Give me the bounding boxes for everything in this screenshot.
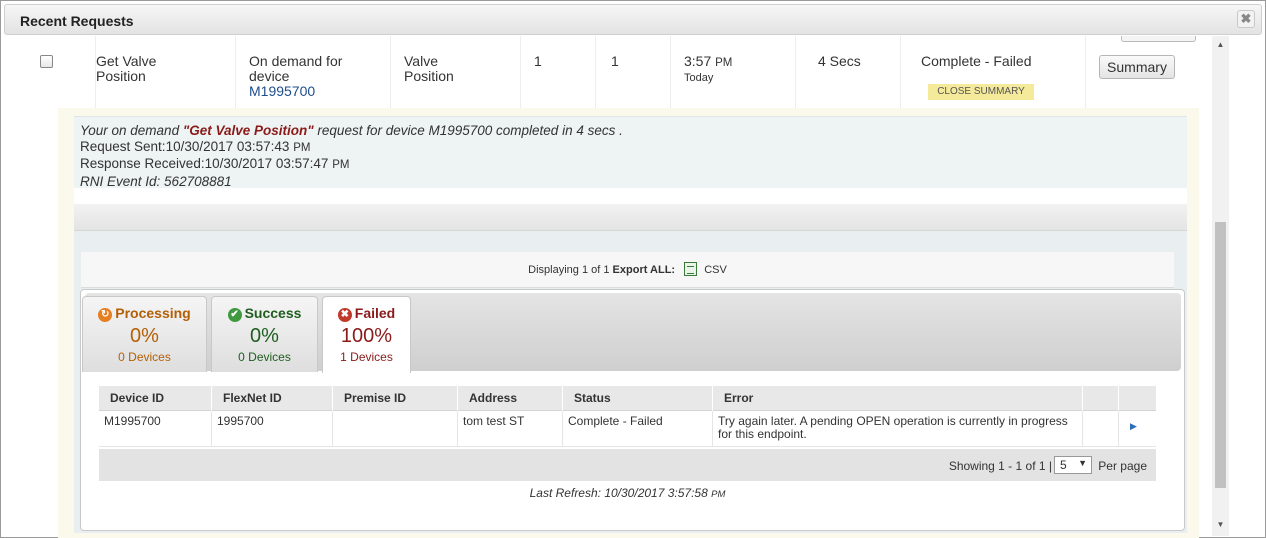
- last-refresh: Last Refresh: 10/30/2017 3:57:58 PM: [99, 486, 1156, 500]
- count-1: 1: [521, 46, 596, 108]
- tab-failed[interactable]: ✖ Failed 100% 1 Devices: [322, 296, 411, 373]
- chevron-down-icon: ▼: [1078, 458, 1087, 468]
- col-flexnet-id[interactable]: FlexNet ID: [212, 386, 333, 411]
- tab-processing-count: 0 Devices: [118, 350, 171, 364]
- scroll-up-icon[interactable]: ▲: [1212, 38, 1229, 52]
- response-received-value: 10/30/2017 03:57:47: [204, 156, 329, 171]
- vertical-scrollbar[interactable]: ▲ ▼: [1212, 36, 1229, 536]
- tab-failed-percent: 100%: [340, 325, 393, 347]
- cell-address: tom test ST: [458, 411, 563, 447]
- attribute-line2: Position: [404, 68, 454, 84]
- request-source-line2: device: [249, 68, 290, 84]
- row-expand-icon[interactable]: ▶: [1130, 421, 1137, 431]
- request-message: Your on demand "Get Valve Position" requ…: [74, 116, 1187, 189]
- col-error[interactable]: Error: [713, 386, 1083, 411]
- last-refresh-label: Last Refresh:: [529, 486, 605, 500]
- request-name-line2: Position: [96, 68, 146, 84]
- last-refresh-ampm: PM: [711, 489, 726, 500]
- col-premise-id[interactable]: Premise ID: [333, 386, 458, 411]
- message-suffix: request for device M1995700 completed in…: [313, 123, 623, 138]
- tab-processing-percent: 0%: [130, 325, 159, 347]
- tab-success-percent: 0%: [250, 325, 279, 347]
- tab-processing[interactable]: ↻ Processing 0% 0 Devices: [82, 296, 207, 372]
- tab-processing-label: ↻ Processing: [83, 305, 206, 322]
- table-row[interactable]: M1995700 1995700 tom test ST Complete - …: [99, 411, 1156, 447]
- event-id-value: 562708881: [164, 173, 232, 189]
- cell-premise-id: [333, 411, 458, 447]
- grid-pager: Showing 1 - 1 of 1 | 5 ▼ Per page: [99, 449, 1156, 481]
- recent-requests-dialog: Recent Requests ✖ ▲ ▼ Get Valve Position…: [0, 0, 1266, 538]
- request-name: Get Valve Position: [96, 54, 235, 84]
- per-page-label: Per page: [1098, 459, 1147, 473]
- tab-failed-count: 1 Devices: [340, 350, 393, 364]
- per-page-select[interactable]: 5 ▼: [1054, 456, 1092, 474]
- last-refresh-value: 10/30/2017 3:57:58: [604, 486, 708, 500]
- check-icon: ✔: [227, 308, 242, 322]
- displaying-text: Displaying 1 of 1: [528, 264, 610, 276]
- attribute-line1: Valve: [404, 53, 438, 69]
- tab-success[interactable]: ✔ Success 0% 0 Devices: [211, 296, 318, 372]
- col-action: [1119, 386, 1156, 411]
- refresh-icon: ↻: [98, 308, 113, 322]
- request-name-line1: Get Valve: [96, 53, 157, 69]
- col-device-id[interactable]: Device ID: [99, 386, 212, 411]
- summary-button[interactable]: Summary: [1099, 55, 1175, 79]
- spreadsheet-icon[interactable]: [684, 262, 698, 277]
- message-request-name: "Get Valve Position": [182, 123, 314, 138]
- cell-device-id: M1995700: [99, 411, 212, 447]
- response-received-ampm: PM: [332, 159, 350, 171]
- col-blank: [1083, 386, 1119, 411]
- tab-success-label: ✔ Success: [212, 305, 317, 322]
- count-2: 1: [596, 46, 671, 108]
- cell-error: Try again later. A pending OPEN operatio…: [713, 411, 1083, 447]
- previous-summary-button[interactable]: [1121, 36, 1196, 42]
- tab-success-count: 0 Devices: [238, 350, 291, 364]
- request-sent-label: Request Sent:: [80, 138, 166, 154]
- scroll-down-icon[interactable]: ▼: [1212, 518, 1229, 532]
- grid-header: Device ID FlexNet ID Premise ID Address …: [99, 386, 1156, 411]
- device-link[interactable]: M1995700: [249, 83, 315, 99]
- request-time-ampm: PM: [715, 57, 733, 69]
- request-day: Today: [684, 72, 714, 84]
- close-summary-button[interactable]: CLOSE SUMMARY: [928, 84, 1034, 100]
- pager-showing: Showing 1 - 1 of 1 |: [948, 459, 1052, 473]
- export-all-label: Export ALL:: [612, 264, 676, 276]
- col-status[interactable]: Status: [563, 386, 713, 411]
- scroll-thumb[interactable]: [1215, 222, 1226, 488]
- close-icon[interactable]: ✖: [1237, 10, 1255, 28]
- export-bar: Displaying 1 of 1 Export ALL: CSV: [81, 252, 1174, 288]
- dialog-content: Get Valve Position On demand for device …: [6, 36, 1209, 538]
- message-prefix: Your on demand: [80, 123, 183, 138]
- request-row: Get Valve Position On demand for device …: [28, 46, 1198, 108]
- col-address[interactable]: Address: [458, 386, 563, 411]
- section-band: [74, 204, 1187, 231]
- request-time: 3:57: [684, 53, 712, 69]
- response-received-label: Response Received:: [80, 156, 205, 171]
- cell-blank: [1083, 411, 1119, 447]
- request-source-line1: On demand for: [249, 53, 343, 69]
- dialog-title: Recent Requests: [20, 13, 134, 29]
- error-icon: ✖: [337, 308, 352, 322]
- request-duration: 4 Secs: [796, 46, 901, 108]
- cell-status: Complete - Failed: [563, 411, 713, 447]
- csv-link[interactable]: CSV: [704, 264, 727, 276]
- cell-flexnet-id: 1995700: [212, 411, 333, 447]
- tab-failed-label: ✖ Failed: [323, 305, 410, 322]
- request-sent-value: 10/30/2017 03:57:43: [165, 138, 290, 154]
- row-checkbox[interactable]: [40, 55, 53, 68]
- request-sent-ampm: PM: [293, 141, 311, 154]
- event-id-label: RNI Event Id:: [80, 173, 165, 189]
- dialog-titlebar: Recent Requests ✖: [4, 4, 1262, 35]
- previous-row: [28, 36, 1198, 46]
- spacer-band: [74, 188, 1187, 204]
